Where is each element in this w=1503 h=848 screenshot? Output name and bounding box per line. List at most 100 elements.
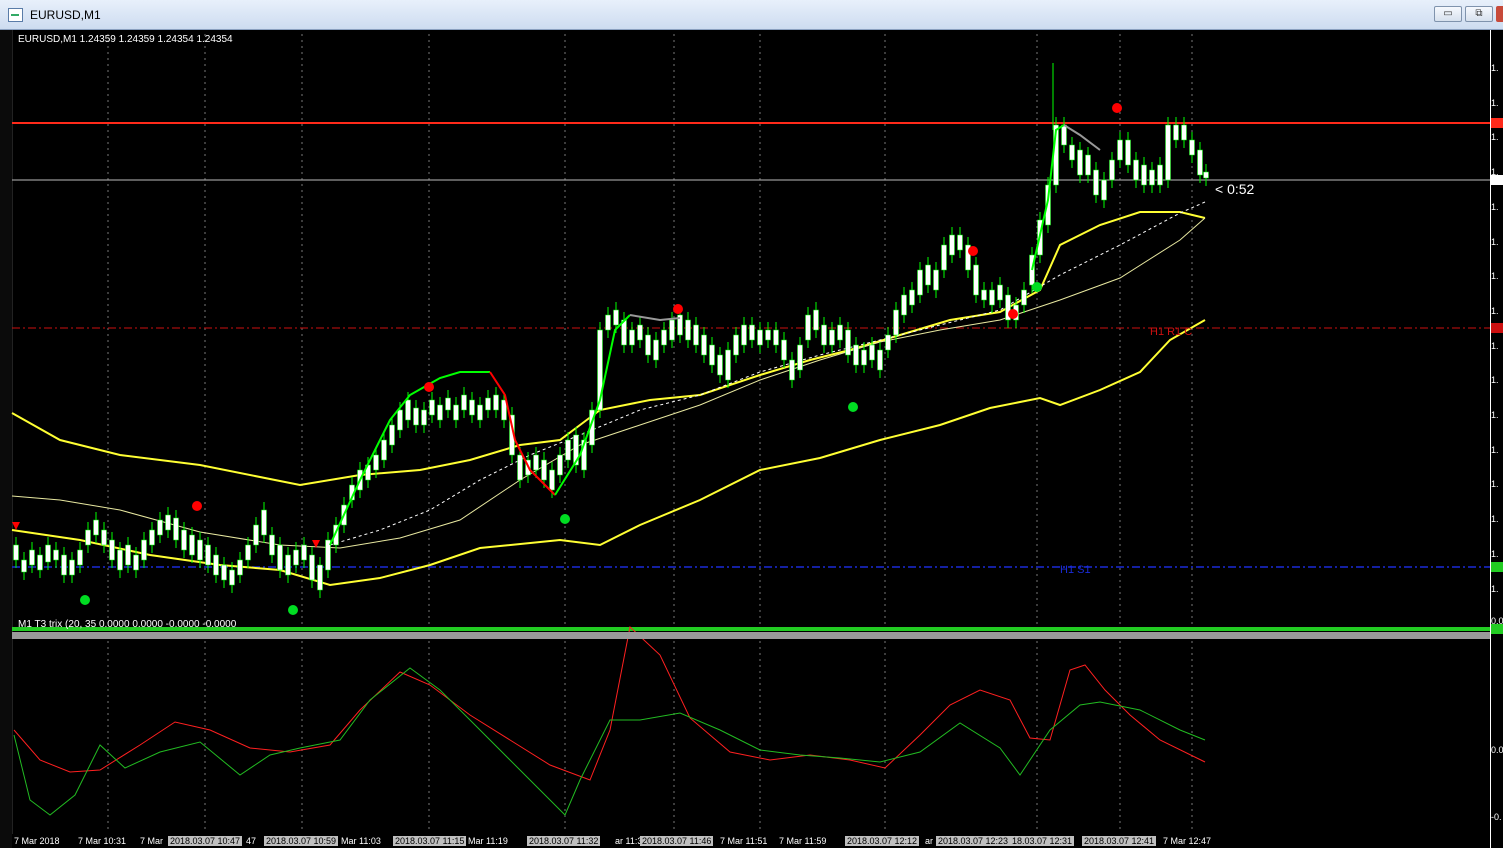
price-axis[interactable] <box>1490 30 1503 848</box>
candle <box>237 559 243 576</box>
upper-band-line <box>11 211 1206 487</box>
price-axis-marker <box>1491 118 1503 128</box>
candle <box>45 544 51 563</box>
price-axis-tick: 1. <box>1491 132 1499 143</box>
candle <box>533 454 539 471</box>
candle <box>1061 124 1067 146</box>
time-axis-label: 47 <box>246 836 257 846</box>
time-axis-label: 18.03.07 12:31 <box>1010 836 1075 846</box>
candle <box>789 359 795 381</box>
price-axis-tick: 1. <box>1491 63 1499 73</box>
middle-band-line <box>11 217 1206 549</box>
candle <box>773 329 779 346</box>
price-axis-marker <box>1491 562 1503 572</box>
candle <box>277 544 283 571</box>
sell-signal-dot <box>968 246 978 256</box>
candle <box>901 294 907 316</box>
candle <box>797 344 803 371</box>
indicator-info-line: M1 T3 trix (20, 35 0.0000 0.0000 -0.0000… <box>18 619 237 630</box>
candle <box>1109 159 1115 181</box>
candle <box>141 539 147 561</box>
candle <box>405 399 411 421</box>
candle <box>557 454 563 476</box>
bar-countdown: < 0:52 <box>1215 181 1255 197</box>
candle <box>245 544 251 561</box>
price-axis-tick: 1. <box>1491 340 1499 351</box>
candle <box>765 329 771 341</box>
candle <box>829 329 835 346</box>
symbol-info-line: EURUSD,M1 1.24359 1.24359 1.24354 1.2435… <box>18 34 233 45</box>
candle <box>877 349 883 371</box>
time-axis-label: 2018.03.07 11:46 <box>640 836 714 846</box>
sell-signal-dot <box>1112 103 1122 113</box>
candle <box>421 409 427 426</box>
candle <box>757 329 763 346</box>
indicator-axis-tick: -0. <box>1491 812 1502 822</box>
candle <box>85 529 91 546</box>
candle <box>661 329 667 346</box>
candle <box>981 289 987 301</box>
candle <box>301 544 307 561</box>
time-axis-label: ar <box>925 836 934 846</box>
candle <box>309 554 315 581</box>
candle <box>845 329 851 356</box>
candle <box>989 289 995 306</box>
candle <box>1173 124 1179 141</box>
candle <box>997 284 1003 301</box>
candle <box>1117 139 1123 161</box>
indicator-axis-tick: 0.0 <box>1491 745 1503 755</box>
candle <box>157 519 163 536</box>
candle <box>197 539 203 561</box>
price-chart-canvas[interactable] <box>0 0 1503 848</box>
candle <box>1181 124 1187 141</box>
price-axis-tick: 1. <box>1491 444 1499 455</box>
candle <box>917 269 923 296</box>
candle <box>53 549 59 561</box>
candle <box>61 554 67 576</box>
candle <box>181 529 187 551</box>
candle <box>733 334 739 356</box>
candle <box>941 244 947 271</box>
candle <box>389 424 395 446</box>
candle <box>133 554 139 571</box>
trix-main-line <box>13 667 1206 816</box>
candle <box>933 269 939 291</box>
price-axis-tick: 1. <box>1491 201 1499 212</box>
candle <box>885 334 891 351</box>
candle <box>269 534 275 556</box>
price-axis-tick: 1. <box>1491 479 1499 490</box>
price-axis-tick: 1. <box>1491 548 1499 559</box>
candle <box>893 309 899 336</box>
candle <box>645 334 651 356</box>
sell-signal-dot <box>192 501 202 511</box>
candle <box>413 407 419 426</box>
candle <box>605 314 611 331</box>
candle <box>1077 149 1083 176</box>
price-axis-tick: 1. <box>1491 583 1499 594</box>
candle <box>629 329 635 346</box>
candle <box>373 454 379 471</box>
candle <box>973 264 979 296</box>
price-axis-marker <box>1491 323 1503 333</box>
price-axis-tick: 1. <box>1491 514 1499 525</box>
sell-signal-dot <box>673 304 683 314</box>
panel-separator[interactable] <box>12 632 1490 639</box>
candle <box>541 459 547 481</box>
candle <box>397 409 403 431</box>
time-axis-label: 7 Mar 11:51 <box>720 836 768 846</box>
level-label-h1-s: H1 S1 <box>1060 564 1091 576</box>
candle <box>821 324 827 346</box>
candle <box>165 514 171 531</box>
candle <box>517 454 523 481</box>
time-axis-label: 7 Mar 11:59 <box>779 836 827 846</box>
candle <box>445 397 451 411</box>
candle <box>221 564 227 581</box>
candle <box>549 469 555 491</box>
candle <box>669 319 675 341</box>
time-axis-label: 2018.03.07 11:15 <box>393 836 467 846</box>
candle <box>749 324 755 341</box>
candle <box>1141 164 1147 186</box>
candle <box>437 404 443 421</box>
candle <box>1149 169 1155 186</box>
candle <box>469 399 475 416</box>
